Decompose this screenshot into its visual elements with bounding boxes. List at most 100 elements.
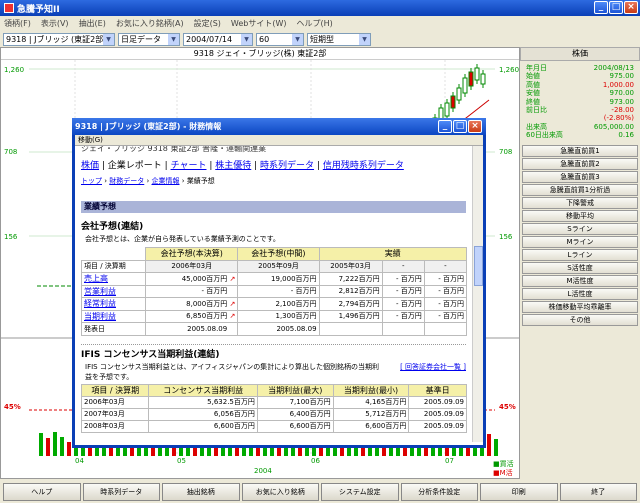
- ifis-header: 項目 / 決算期: [80, 383, 150, 397]
- quote-key: 終値: [526, 97, 540, 106]
- bottom-button[interactable]: 時系列データ: [82, 483, 160, 501]
- menu-item[interactable]: 領柄(F): [4, 18, 31, 29]
- close-button[interactable]: ×: [624, 1, 638, 14]
- table-cell: 2007年03月: [80, 407, 150, 421]
- period-cell: 2005年09月: [237, 259, 320, 273]
- menu-item[interactable]: お気に入り銘柄(A): [116, 18, 184, 29]
- indicator-button[interactable]: 移動平均: [522, 209, 638, 222]
- indicator-button[interactable]: M活性度: [522, 274, 638, 287]
- menu-item[interactable]: 設定(S): [194, 18, 221, 29]
- month-label: 04: [75, 457, 84, 465]
- scrollbar-thumb[interactable]: [474, 246, 483, 286]
- nav-link[interactable]: 企業レポート: [108, 161, 162, 171]
- quote-value: 605,000.00: [593, 122, 634, 131]
- window-title: 急騰予知II: [17, 4, 60, 15]
- nav-link[interactable]: 株価: [81, 161, 99, 171]
- table-row: 売上高 45,000百万円 ↗ 19,000百万円 7,222百万円 - 百万円 - 百万…: [80, 272, 468, 286]
- table-cell: [381, 322, 425, 336]
- volume-bar: [60, 437, 64, 456]
- financial-info-dialog: 9318 | Jブリッジ (東証2部) - 財務情報 _ □ × 移動(G) ジ…: [72, 118, 486, 448]
- volume-bar: [39, 433, 43, 456]
- table-cell: 6,056百万円: [148, 407, 258, 421]
- quote-value: -28.00: [611, 106, 634, 115]
- dialog-scrollbar[interactable]: [472, 146, 483, 442]
- indicator-button[interactable]: Mライン: [522, 235, 638, 248]
- indicator-button[interactable]: 急騰直前買1分析過: [522, 183, 638, 196]
- table-cell: 1,300百万円: [237, 309, 320, 323]
- breadcrumb-item[interactable]: 財務データ: [109, 177, 144, 185]
- breadcrumb-item[interactable]: 企業情報: [152, 177, 180, 185]
- table-row: 当期利益 6,850百万円 ↗ 1,300百万円 1,496百万円 - 百万円 - 百万円: [80, 309, 468, 323]
- indicator-button[interactable]: Lライン: [522, 248, 638, 261]
- dialog-content: ジェイ・ブリッジ 9318 東証2部 普隆・運輸関連業 株価 | 企業レポート …: [75, 146, 472, 442]
- quote-row: 前日比 -28.00: [526, 106, 634, 114]
- col-group-header: 実績: [318, 247, 468, 261]
- minimize-button[interactable]: _: [594, 1, 608, 14]
- table-cell: - 百万円: [237, 284, 320, 298]
- col-group-header: 会社予想(中間): [237, 247, 320, 261]
- indicator-button[interactable]: L活性度: [522, 287, 638, 300]
- quote-value: 2004/08/13: [593, 64, 634, 72]
- company-forecast-title: 会社予想(連結): [81, 222, 144, 232]
- table-cell: 7,222百万円: [318, 272, 383, 286]
- indicator-button[interactable]: その他: [522, 313, 638, 326]
- menu-item[interactable]: ヘルプ(H): [297, 18, 333, 29]
- brokers-list-link[interactable]: [ 回答証券会社一覧 ]: [400, 362, 466, 382]
- up-arrow-icon: ↗: [229, 299, 236, 308]
- bottom-button[interactable]: お気に入り銘柄: [241, 483, 319, 501]
- indicator-button[interactable]: 下降警戒: [522, 196, 638, 209]
- period-cell: -: [381, 259, 425, 273]
- breadcrumb-item[interactable]: トップ: [81, 177, 102, 185]
- quote-key: 高値: [526, 80, 540, 89]
- side-panel: 株価 年月日 2004/08/13 始値 975.00 高値 1,000.00 安値 970.…: [520, 47, 640, 479]
- stock-select[interactable]: 9318 | Jブリッジ (東証2部) ▼: [3, 32, 115, 46]
- menu-item[interactable]: 表示(V): [41, 18, 69, 29]
- indicator-button[interactable]: 急騰直前買3: [522, 170, 638, 183]
- bottom-button[interactable]: 抽出銘柄: [162, 483, 240, 501]
- table-cell: 6,400百万円: [256, 407, 334, 421]
- row-label-link[interactable]: 営業利益: [84, 287, 116, 296]
- table-cell: 2,100百万円: [237, 297, 320, 311]
- candle-body: [456, 87, 462, 101]
- nav-link[interactable]: 時系列データ: [260, 161, 314, 171]
- bottom-button[interactable]: 終了: [559, 483, 637, 501]
- bottom-button[interactable]: 印刷: [480, 483, 558, 501]
- table-cell: 5,632.5百万円: [148, 395, 258, 409]
- dialog-maximize-button[interactable]: □: [453, 120, 467, 133]
- dialog-close-button[interactable]: ×: [468, 120, 482, 133]
- ifis-title: IFIS コンセンサス当期利益(連結): [81, 343, 466, 360]
- nav-link[interactable]: チャート: [171, 161, 207, 171]
- nav-link[interactable]: 信用残時系列データ: [323, 161, 404, 171]
- menu-item[interactable]: Webサイト(W): [231, 18, 287, 29]
- chart-type-select[interactable]: 短期型 ▼: [307, 32, 371, 46]
- date-select[interactable]: 2004/07/14 ▼: [183, 32, 253, 46]
- indicator-button[interactable]: 急騰直前買2: [522, 157, 638, 170]
- count-select[interactable]: 60 ▼: [256, 32, 304, 46]
- quote-row: 安値 970.00: [526, 89, 634, 97]
- indicator-button[interactable]: 急騰直前買1: [522, 144, 638, 157]
- menu-item[interactable]: 抽出(E): [79, 18, 106, 29]
- bottom-button[interactable]: システム設定: [321, 483, 399, 501]
- data-type-select[interactable]: 日足データ ▼: [118, 32, 180, 46]
- quote-value: 1,000.00: [602, 80, 634, 89]
- indicator-button[interactable]: 株価移動平均乖離率: [522, 300, 638, 313]
- dialog-menu[interactable]: 移動(G): [75, 135, 483, 146]
- dialog-minimize-button[interactable]: _: [438, 120, 452, 133]
- table-cell: 2005.09.09: [408, 395, 467, 409]
- bottom-button[interactable]: ヘルプ: [3, 483, 81, 501]
- row-label-link[interactable]: 当期利益: [84, 312, 116, 321]
- indicator-button[interactable]: S活性度: [522, 261, 638, 274]
- quote-key: 前日比: [526, 106, 547, 115]
- row-label-link[interactable]: 売上高: [84, 274, 108, 283]
- bottom-button[interactable]: 分析条件設定: [400, 483, 478, 501]
- quote-key: 出来高: [526, 122, 547, 131]
- ifis-header: 当期利益(最小): [332, 383, 410, 397]
- maximize-button[interactable]: □: [609, 1, 623, 14]
- volume-bar: [494, 439, 498, 456]
- table-cell: - 百万円: [381, 309, 425, 323]
- company-header: ジェイ・ブリッジ 9318 東証2部 普隆・運輸関連業: [81, 146, 267, 153]
- candle-body: [480, 73, 486, 85]
- row-label-link[interactable]: 経常利益: [84, 299, 116, 308]
- indicator-button[interactable]: Sライン: [522, 222, 638, 235]
- nav-link[interactable]: 株主優待: [215, 161, 251, 171]
